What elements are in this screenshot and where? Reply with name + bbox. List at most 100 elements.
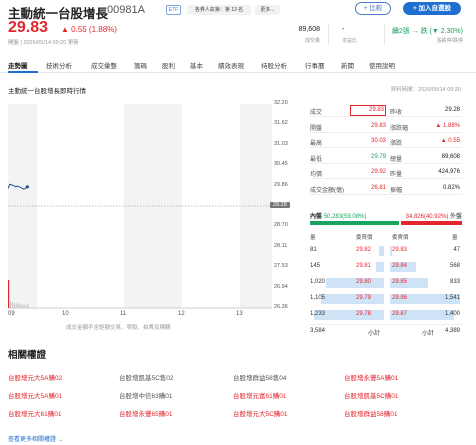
- compare-label: 比較: [369, 5, 383, 12]
- tab-chart[interactable]: 走勢圖: [8, 60, 28, 70]
- bid-total-label: 小計: [368, 331, 381, 337]
- more-warrants-link[interactable]: 查看更多相關權證 →: [8, 434, 64, 443]
- stat-value: 29.83: [350, 105, 386, 116]
- stat-value: 26.81: [370, 184, 386, 191]
- inner-label: 內盤: [310, 214, 323, 220]
- tab-trades[interactable]: 成交彙整: [91, 60, 117, 70]
- volume-bar: [15, 303, 17, 308]
- volume-bar: [13, 303, 15, 308]
- chart-title: 主動統一台股增長即時行情: [8, 88, 86, 95]
- intraday-chart[interactable]: [8, 104, 272, 312]
- more-tags-button[interactable]: 更多...: [255, 5, 280, 15]
- limit-value: 續2張 → 跌 (▼ 2.30%): [391, 28, 463, 35]
- volume-value: 89,608: [298, 26, 320, 33]
- bid-depth-bar: [321, 294, 384, 304]
- inner-volume: 內盤 50,283(59.08%): [310, 211, 366, 220]
- bid-total: 3,584: [310, 328, 326, 334]
- tab-bar: 走勢圖 技術分析 成交彙整 籌碼 股利 基本 績效表現 持股分析 行事曆 新聞 …: [0, 56, 476, 73]
- data-time: 資料時間：2026/05/14 09:20: [390, 87, 461, 93]
- outer-ratio-bar: [400, 221, 462, 225]
- tab-basic[interactable]: 基本: [190, 60, 203, 70]
- stat-label: 漲跌: [390, 141, 403, 147]
- tab-calendar[interactable]: 行事曆: [305, 60, 325, 70]
- related-warrant-link[interactable]: 台股增永豐65購01: [119, 408, 172, 418]
- x-tick-label: 13: [236, 311, 243, 317]
- ask-total-label: 小計: [422, 331, 435, 337]
- y-tick-label: 28.70: [274, 222, 288, 229]
- stat-row: 均價 29.92 昨量 424,976: [310, 166, 462, 179]
- outer-label: 外盤: [449, 214, 462, 220]
- y-tick-label: 26.36: [274, 304, 288, 310]
- stat-label: 最低: [310, 156, 323, 163]
- related-warrant-link[interactable]: 台股增凱基5C購01: [344, 390, 399, 400]
- orderbook-row: 1,105 29.79 29.86 1,541: [310, 292, 462, 306]
- volume-label: 成交量: [304, 38, 320, 44]
- stat-value: 29.92: [370, 169, 386, 175]
- stat-row: 最低 29.79 總量 89,608: [310, 151, 462, 164]
- ask-price: 29.84: [392, 263, 408, 269]
- bid-price: 29.80: [356, 279, 372, 285]
- related-warrant-link[interactable]: 台股增群益58購01: [344, 408, 397, 418]
- x-tick-label: 12: [178, 311, 185, 317]
- stat-label: 總量: [390, 156, 403, 163]
- ask-price: 29.85: [392, 279, 408, 285]
- y-tick-label: 27.53: [274, 263, 288, 270]
- ask-price: 29.87: [392, 311, 408, 317]
- related-warrant-link[interactable]: 台股增永豐5A購01: [344, 372, 398, 382]
- tab-help[interactable]: 使用說明: [369, 60, 395, 70]
- add-watchlist-button[interactable]: + 加入自選股: [403, 2, 461, 15]
- tab-performance[interactable]: 績效表現: [218, 60, 244, 70]
- related-warrant-link[interactable]: 台股增元大61購01: [8, 408, 61, 418]
- stat-label: 漲跌幅: [390, 125, 409, 132]
- orderbook-row: 145 29.81 29.84 568: [310, 260, 462, 274]
- x-tick-label: 10: [62, 311, 69, 317]
- y-tick-label: 28.11: [274, 242, 288, 249]
- y-tick-label: 31.03: [274, 140, 288, 147]
- volume-bar: [17, 302, 19, 308]
- bid-price-header: 委買價: [356, 235, 373, 241]
- related-warrant-link[interactable]: 台股增中信63購01: [119, 390, 172, 400]
- related-warrant-link[interactable]: 台股增元大5A購02: [8, 372, 62, 382]
- compare-button[interactable]: + 比較: [355, 2, 391, 15]
- bid-volume: 145: [310, 263, 321, 269]
- volume-bar: [19, 304, 21, 308]
- bid-depth-bar: [375, 262, 384, 272]
- related-warrant-link[interactable]: 台股增凱基5C售02: [119, 372, 174, 382]
- tab-chips[interactable]: 籌碼: [134, 60, 147, 70]
- x-tick-label: 09: [8, 311, 15, 317]
- bid-price: 29.78: [356, 311, 372, 317]
- popularity-rank-badge[interactable]: 各券人氣第：第 13 名: [187, 5, 251, 15]
- ask-price: 29.86: [392, 295, 408, 301]
- stat-label: 昨量: [390, 172, 403, 178]
- stat-value: 0.82%: [442, 184, 460, 191]
- y-tick-label: 26.94: [274, 283, 288, 290]
- tab-technical[interactable]: 技術分析: [46, 60, 72, 70]
- related-warrant-link[interactable]: 台股增元富61購01: [233, 390, 286, 400]
- stat-row: 最高 30.03 漲跌 ▲ 0.55: [310, 135, 462, 148]
- ask-price: 29.83: [392, 247, 408, 253]
- stat-value: 424,976: [438, 169, 460, 175]
- tab-dividend[interactable]: 股利: [162, 60, 175, 70]
- volume-bar: [8, 280, 10, 308]
- orderbook-row: 1,233 29.78 29.87 1,400: [310, 308, 462, 322]
- tab-news[interactable]: 新聞: [341, 60, 354, 70]
- bid-price: 29.79: [356, 295, 372, 301]
- related-warrant-link[interactable]: 台股增群益58售04: [233, 372, 286, 382]
- orderbook-row: 81 29.82 29.83 47: [310, 244, 462, 258]
- chart-note: 成交金額不含鉅額交易、零股、拍賣及標購: [66, 325, 171, 331]
- stat-row: 開盤 29.83 漲跌幅 ▲ 1.88%: [310, 120, 462, 133]
- related-warrant-link[interactable]: 台股增元大5A購01: [8, 390, 62, 400]
- volume-bar: [9, 300, 12, 308]
- stat-value: 29.83: [370, 122, 386, 129]
- tab-holdings[interactable]: 持股分析: [261, 60, 287, 70]
- x-tick-label: 11: [120, 311, 127, 317]
- bid-volume-header: 量: [310, 235, 316, 241]
- bid-price: 29.82: [356, 247, 372, 253]
- bid-depth-bar: [325, 278, 384, 288]
- stat-label: 成交金額(億): [310, 187, 344, 194]
- stat-value: ▲ 1.88%: [435, 122, 460, 129]
- bid-depth-bar: [379, 246, 384, 256]
- related-warrant-link[interactable]: 台股增元大5C購01: [233, 408, 288, 418]
- inner-value: 50,283(59.08%): [323, 214, 367, 220]
- plus-icon: +: [363, 5, 368, 12]
